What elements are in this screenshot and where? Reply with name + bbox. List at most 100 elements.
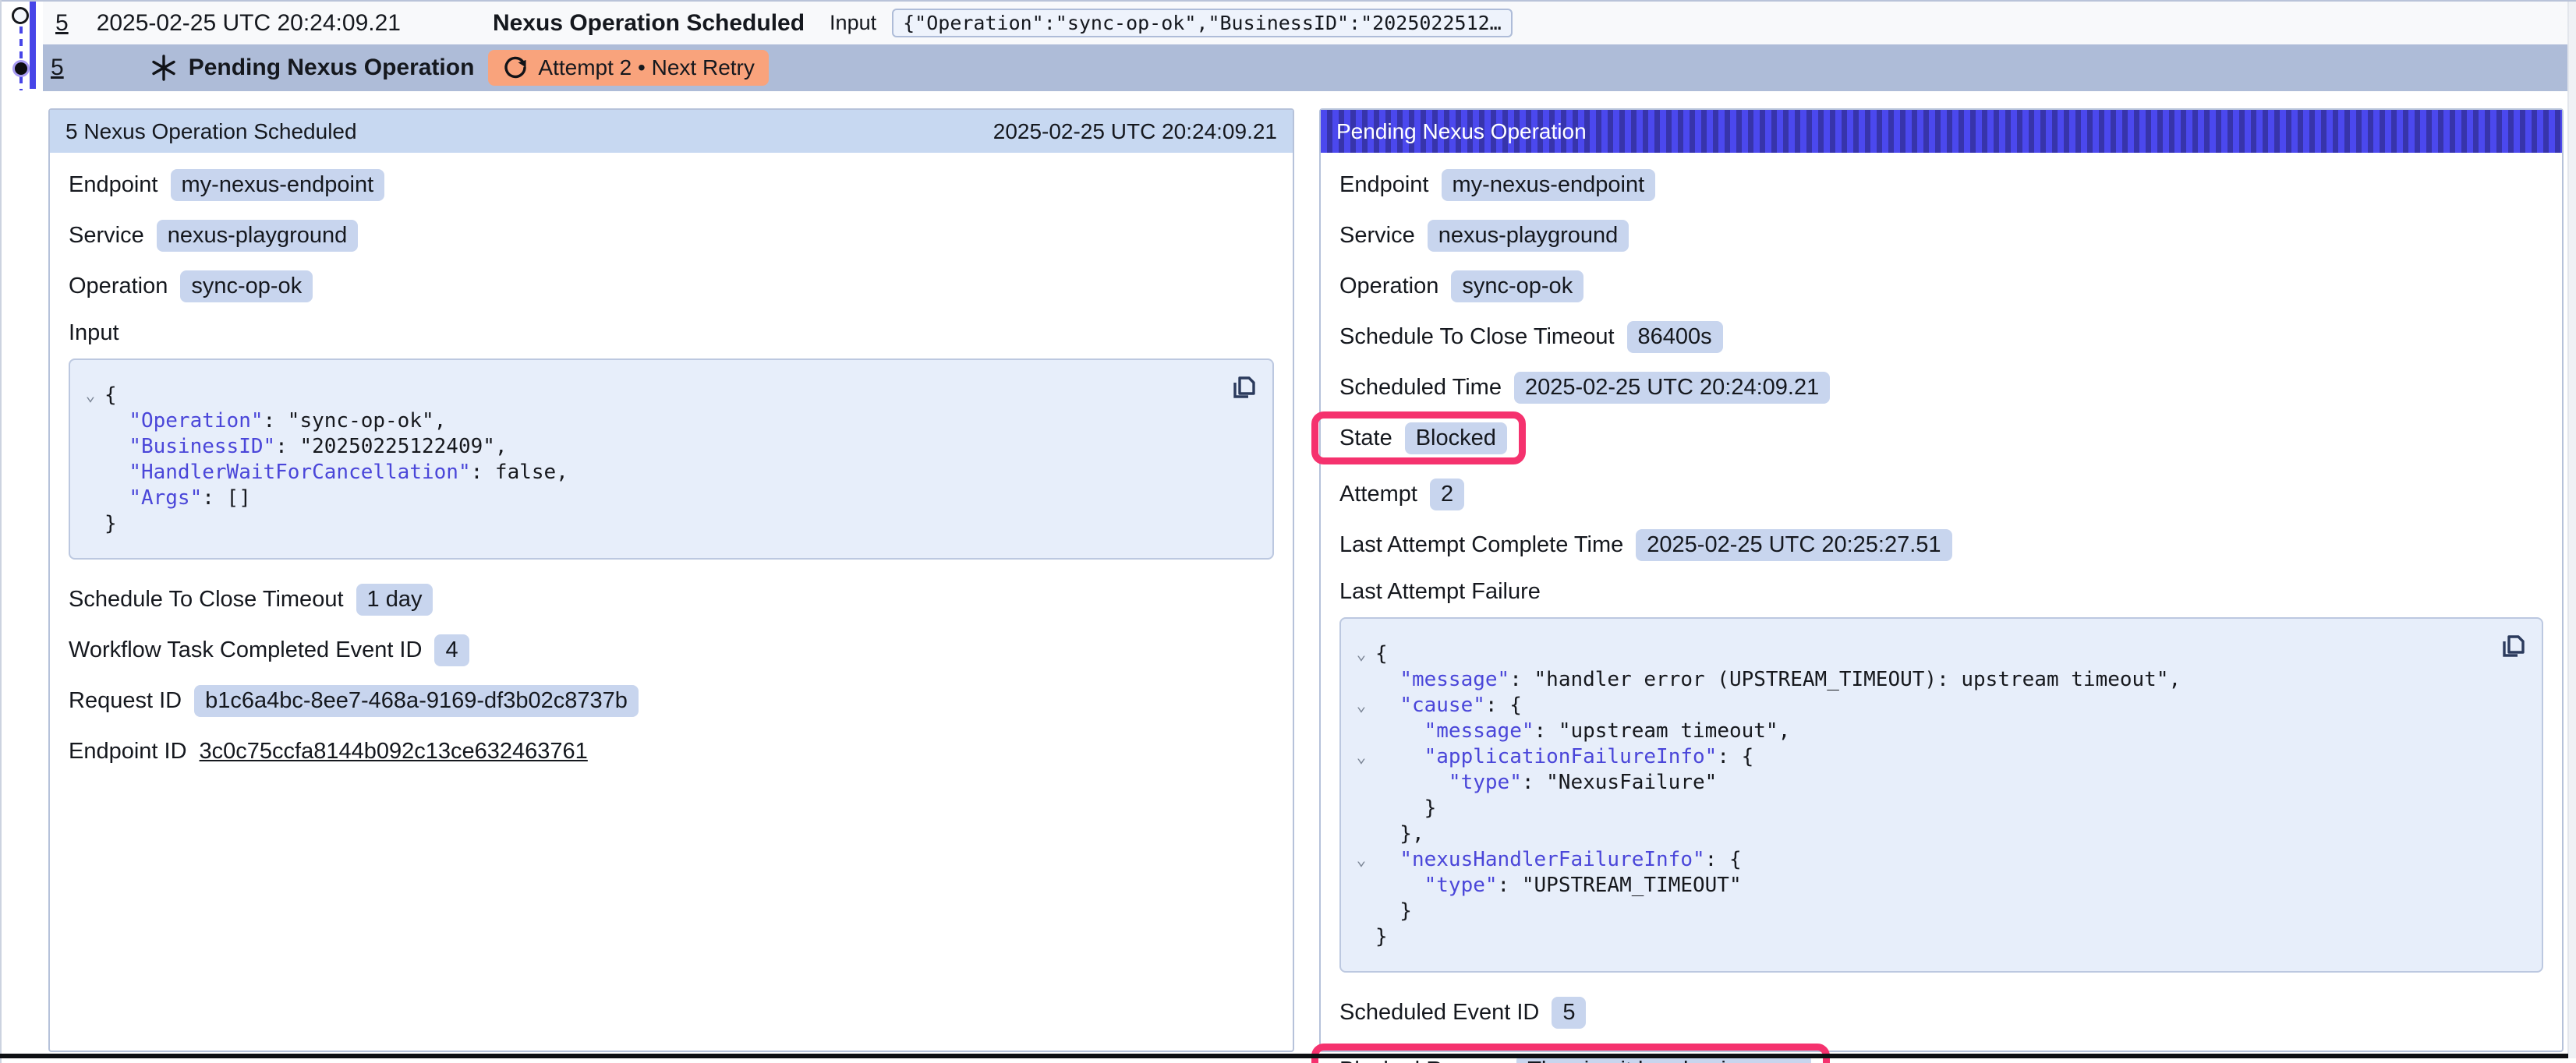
json-text: [1375, 848, 1399, 871]
field-value-badge: 5: [1552, 997, 1586, 1029]
field-label: Endpoint ID: [69, 739, 187, 765]
json-key: "type": [1449, 771, 1522, 794]
collapse-chevron-icon[interactable]: ⌄: [1347, 645, 1375, 663]
json-code-line: },: [1347, 821, 2526, 846]
field-value-badge: Blocked: [1405, 422, 1507, 454]
field-service: Service nexus-playground: [1339, 219, 1629, 252]
json-code-line: }: [1347, 898, 2526, 924]
field-value-badge: sync-op-ok: [180, 270, 313, 302]
json-text: [104, 409, 129, 433]
field-value-badge: nexus-playground: [1428, 220, 1629, 252]
json-text: [104, 486, 129, 510]
field-operation: Operationsync-op-ok: [1339, 270, 1583, 302]
timeline-open-circle-icon: [12, 7, 29, 24]
window-bottom-edge: [0, 1054, 2568, 1058]
json-text: : "upstream timeout",: [1534, 719, 1791, 743]
json-text: }: [1375, 796, 1436, 820]
event-id-link[interactable]: 5: [51, 55, 64, 81]
json-text: : "sync-op-ok",: [264, 409, 447, 433]
json-text: : []: [202, 486, 251, 510]
collapse-chevron-icon[interactable]: ⌄: [76, 386, 104, 404]
event-detail-timestamp: 2025-02-25 UTC 20:24:09.21: [993, 119, 1277, 144]
json-text: [1375, 745, 1424, 768]
event-detail-card: 5 Nexus Operation Scheduled 2025-02-25 U…: [48, 108, 1294, 1052]
json-text: : "handler error (UPSTREAM_TIMEOUT): ups…: [1509, 668, 2181, 691]
field-schedule-to-close-timeout: Schedule To Close Timeout 1 day: [69, 583, 433, 616]
field-request-id: Request IDb1c6a4bc-8ee7-468a-9169-df3b02…: [69, 684, 639, 717]
timeline-active-bar: [30, 2, 36, 89]
json-code-line: }: [76, 510, 1257, 536]
field-label: Endpoint: [69, 172, 158, 198]
json-text: {: [1375, 642, 1388, 666]
field-endpoint-id: Endpoint ID 3c0c75ccfa8144b092c13ce632463…: [69, 735, 588, 768]
json-text: [1375, 694, 1399, 717]
json-key: "BusinessID": [129, 435, 275, 458]
workflow-event-history-screen: 5 2025-02-25 UTC 20:24:09.21 Nexus Opera…: [0, 0, 2576, 1063]
json-text: : false,: [471, 461, 568, 484]
json-key: "applicationFailureInfo": [1424, 745, 1718, 768]
field-workflow-task-completed-event-id: Workflow Task Completed Event ID 4: [69, 634, 469, 666]
json-code-line: "message": "upstream timeout",: [1347, 718, 2526, 743]
pending-operation-header: Pending Nexus Operation: [1321, 110, 2562, 153]
input-section-label: Input: [69, 320, 1274, 346]
field-label: Schedule To Close Timeout: [69, 587, 344, 613]
event-id-link[interactable]: 5: [55, 10, 69, 37]
field-value-badge: 1 day: [356, 584, 433, 616]
collapse-chevron-icon[interactable]: ⌄: [1347, 747, 1375, 766]
json-key: "type": [1424, 874, 1498, 897]
event-row-scheduled[interactable]: 5 2025-02-25 UTC 20:24:09.21 Nexus Opera…: [43, 2, 2570, 44]
field-value-link[interactable]: 3c0c75ccfa8144b092c13ce632463761: [200, 739, 588, 765]
collapse-chevron-icon[interactable]: ⌄: [1347, 850, 1375, 869]
event-title: Nexus Operation Scheduled: [493, 10, 805, 37]
field-endpoint: Endpointmy-nexus-endpoint: [1339, 168, 1655, 201]
copy-icon[interactable]: [2496, 631, 2528, 662]
attempt-retry-badge: Attempt 2 • Next Retry: [488, 50, 768, 86]
asterisk-icon: [150, 54, 178, 82]
field-label: Request ID: [69, 688, 182, 714]
json-code-line: "HandlerWaitForCancellation": false,: [76, 459, 1257, 485]
json-key: "Args": [129, 486, 202, 510]
json-code-line: "message": "handler error (UPSTREAM_TIME…: [1347, 666, 2526, 692]
event-row-pending[interactable]: 5 Pending Nexus Operation Attempt 2 • Ne…: [43, 44, 2570, 91]
field-state: StateBlocked: [1339, 422, 1507, 454]
input-label: Input: [830, 11, 876, 35]
json-text: [104, 435, 129, 458]
json-text: [1375, 874, 1424, 897]
json-code-line: "type": "NexusFailure": [1347, 769, 2526, 795]
json-text: [1375, 668, 1399, 691]
timeline-filled-dot-icon: [12, 60, 30, 77]
json-text: {: [104, 383, 117, 407]
json-code-line: }: [1347, 924, 2526, 949]
json-code-line: ⌄ "nexusHandlerFailureInfo": {: [1347, 846, 2526, 872]
json-code-line: ⌄{: [76, 382, 1257, 408]
json-text: : {: [1485, 694, 1522, 717]
json-code-line: ⌄ "cause": {: [1347, 692, 2526, 718]
vertical-scrollbar[interactable]: [2567, 2, 2576, 1058]
pending-operation-header-title: Pending Nexus Operation: [1336, 119, 1587, 144]
field-label: Workflow Task Completed Event ID: [69, 637, 422, 663]
field-value-badge: 4: [434, 634, 469, 666]
json-text: : {: [1705, 848, 1742, 871]
json-code-line: "Operation": "sync-op-ok",: [76, 408, 1257, 433]
field-label: Last Attempt Complete Time: [1339, 532, 1623, 558]
json-code-line: "type": "UPSTREAM_TIMEOUT": [1347, 872, 2526, 898]
field-label: Operation: [69, 274, 168, 299]
field-attempt: Attempt2: [1339, 478, 1464, 510]
field-label: Service: [1339, 223, 1415, 249]
input-preview-chip[interactable]: {"Operation":"sync-op-ok","BusinessID":"…: [892, 9, 1513, 37]
copy-icon[interactable]: [1227, 373, 1258, 404]
field-service: Servicenexus-playground: [69, 219, 358, 252]
field-scheduled-event-id: Scheduled Event ID 5: [1339, 996, 1586, 1029]
field-value-badge: nexus-playground: [157, 220, 359, 252]
json-code-line: ⌄{: [1347, 641, 2526, 666]
collapse-chevron-icon[interactable]: ⌄: [1347, 696, 1375, 715]
field-schedule-to-close-timeout: Schedule To Close Timeout86400s: [1339, 320, 1723, 353]
field-value-badge: 2: [1430, 479, 1464, 510]
json-key: "message": [1399, 668, 1509, 691]
json-text: : {: [1717, 745, 1753, 768]
pending-operation-title: Pending Nexus Operation: [189, 55, 475, 81]
field-endpoint: Endpointmy-nexus-endpoint: [69, 168, 384, 201]
json-code-line: }: [1347, 795, 2526, 821]
field-label: Scheduled Event ID: [1339, 1000, 1539, 1026]
json-key: "message": [1424, 719, 1534, 743]
